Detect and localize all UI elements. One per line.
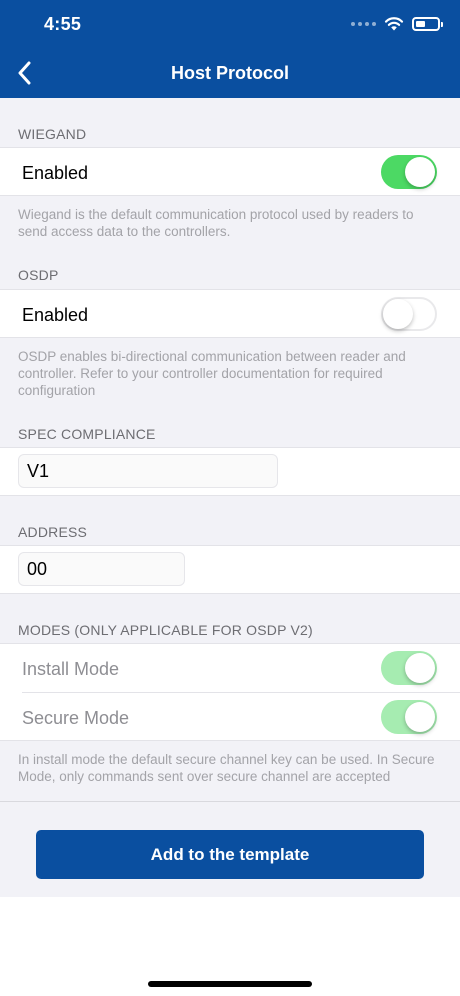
wifi-icon	[384, 17, 404, 31]
add-to-template-button[interactable]: Add to the template	[36, 830, 424, 879]
modes-footer: In install mode the default secure chann…	[18, 752, 435, 784]
address-section-header: ADDRESS	[18, 524, 88, 540]
status-icons	[351, 16, 443, 31]
osdp-footer: OSDP enables bi-directional communicatio…	[18, 349, 406, 398]
status-time: 4:55	[44, 14, 82, 34]
secure-mode-toggle[interactable]	[381, 700, 437, 734]
modes-group: Install Mode Secure Mode	[0, 643, 460, 741]
page-title: Host Protocol	[170, 63, 289, 83]
install-mode-label: Install Mode	[22, 659, 120, 679]
cellular-signal-icon	[351, 21, 376, 26]
spec-compliance-section-header: SPEC COMPLIANCE	[18, 426, 156, 442]
section-divider	[0, 801, 460, 802]
top-bar: 4:55 Host Protocol	[0, 0, 460, 98]
osdp-enabled-row: Enabled	[0, 289, 460, 338]
home-indicator	[148, 981, 312, 987]
wiegand-section-header: WIEGAND	[18, 126, 87, 142]
address-row	[0, 545, 460, 594]
address-field[interactable]	[18, 552, 185, 586]
osdp-enabled-label: Enabled	[22, 305, 89, 325]
secure-mode-label: Secure Mode	[22, 708, 130, 728]
wiegand-enabled-label: Enabled	[22, 163, 89, 183]
wiegand-enabled-toggle[interactable]	[381, 155, 437, 189]
row-divider	[22, 692, 460, 693]
wiegand-enabled-row: Enabled	[0, 147, 460, 196]
spec-compliance-field[interactable]	[18, 454, 278, 488]
spec-compliance-row	[0, 447, 460, 496]
install-mode-toggle[interactable]	[381, 651, 437, 685]
osdp-enabled-toggle[interactable]	[381, 297, 437, 331]
wiegand-footer: Wiegand is the default communication pro…	[18, 207, 414, 239]
osdp-section-header: OSDP	[18, 267, 59, 283]
modes-section-header: MODES (ONLY APPLICABLE FOR OSDP V2)	[18, 622, 313, 638]
battery-icon	[412, 16, 443, 31]
